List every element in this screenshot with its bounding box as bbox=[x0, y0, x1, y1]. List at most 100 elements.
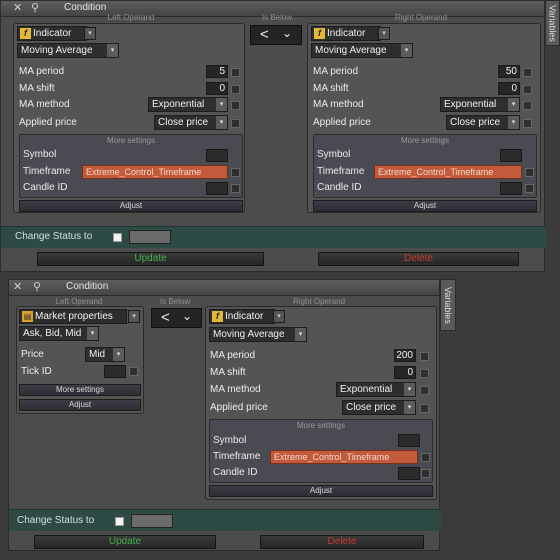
candle-id-input[interactable] bbox=[206, 182, 228, 195]
variables-tab[interactable]: Variables bbox=[545, 0, 560, 46]
change-status-bar: Change Status to bbox=[9, 509, 441, 531]
ma-shift-input[interactable]: 0 bbox=[498, 82, 520, 95]
close-icon[interactable]: ✕ bbox=[13, 280, 22, 293]
change-status-label: Change Status to bbox=[15, 231, 93, 242]
pin-icon[interactable]: ⚲ bbox=[33, 280, 41, 293]
applied-price-value: Close price bbox=[158, 117, 209, 128]
change-status-label: Change Status to bbox=[17, 515, 95, 526]
symbol-input[interactable] bbox=[500, 149, 522, 162]
update-button[interactable]: Update bbox=[37, 252, 264, 266]
operator-select[interactable]: < ⌄ bbox=[250, 25, 302, 45]
chevron-down-icon: ▾ bbox=[295, 328, 306, 341]
price-select[interactable]: Mid ▾ bbox=[85, 347, 125, 362]
adjust-button[interactable]: Adjust bbox=[209, 485, 433, 497]
candle-id-label: Candle ID bbox=[23, 182, 68, 193]
operand-type-select[interactable]: ▤ Market properties bbox=[19, 309, 127, 324]
symbol-input[interactable] bbox=[398, 434, 420, 447]
candle-id-checkbox[interactable] bbox=[231, 184, 240, 193]
ma-period-input[interactable]: 5 bbox=[206, 65, 228, 78]
title-bar[interactable]: ✕ ⚲ Condition bbox=[9, 280, 439, 296]
update-button[interactable]: Update bbox=[34, 535, 216, 549]
tick-id-checkbox[interactable] bbox=[129, 367, 138, 376]
ma-shift-checkbox[interactable] bbox=[420, 369, 429, 378]
chevron-down-icon: ▾ bbox=[404, 383, 415, 396]
timeframe-field[interactable]: Extreme_Control_Timeframe bbox=[374, 165, 522, 179]
left-operand-panel: f Indicator ▾ Moving Average ▾ MA period 5… bbox=[13, 23, 245, 213]
candle-id-input[interactable] bbox=[398, 467, 420, 480]
ma-method-label: MA method bbox=[313, 99, 364, 110]
ma-shift-checkbox[interactable] bbox=[523, 85, 532, 94]
ma-period-checkbox[interactable] bbox=[231, 68, 240, 77]
change-status-checkbox[interactable] bbox=[115, 517, 124, 526]
candle-id-checkbox[interactable] bbox=[525, 184, 534, 193]
price-label: Price bbox=[21, 349, 44, 360]
timeframe-field[interactable]: Extreme_Control_Timeframe bbox=[270, 450, 418, 464]
operand-type-dropdown-button[interactable]: ▾ bbox=[128, 310, 140, 323]
price-value: Mid bbox=[89, 349, 106, 360]
market-property-value: Ask, Bid, Mid bbox=[23, 328, 82, 339]
operand-type-select[interactable]: f Indicator bbox=[17, 26, 87, 41]
ma-method-checkbox[interactable] bbox=[231, 101, 240, 110]
ma-shift-input[interactable]: 0 bbox=[206, 82, 228, 95]
adjust-button[interactable]: Adjust bbox=[19, 200, 243, 212]
operand-type-select[interactable]: f Indicator bbox=[311, 26, 381, 41]
ma-period-input[interactable]: 200 bbox=[394, 349, 416, 362]
delete-button[interactable]: Delete bbox=[318, 252, 519, 266]
operator-select[interactable]: < ⌄ bbox=[151, 308, 202, 328]
ma-method-select[interactable]: Exponential ▾ bbox=[148, 97, 228, 112]
adjust-button[interactable]: Adjust bbox=[19, 399, 141, 411]
ma-method-label: MA method bbox=[19, 99, 70, 110]
candle-id-checkbox[interactable] bbox=[421, 469, 430, 478]
operand-type-dropdown-button[interactable]: ▾ bbox=[84, 27, 96, 40]
more-settings-header[interactable]: More settings bbox=[314, 135, 536, 146]
more-settings-panel: More settings Symbol Timeframe Extreme_C… bbox=[19, 134, 243, 198]
variables-tab[interactable]: Variables bbox=[440, 279, 456, 331]
indicator-select[interactable]: Moving Average ▾ bbox=[209, 327, 307, 342]
ma-method-checkbox[interactable] bbox=[523, 101, 532, 110]
timeframe-checkbox[interactable] bbox=[231, 168, 240, 177]
ma-period-checkbox[interactable] bbox=[523, 68, 532, 77]
ma-period-input[interactable]: 50 bbox=[498, 65, 520, 78]
ma-method-select[interactable]: Exponential ▾ bbox=[336, 382, 416, 397]
timeframe-field[interactable]: Extreme_Control_Timeframe bbox=[82, 165, 228, 179]
indicator-select[interactable]: Moving Average ▾ bbox=[311, 43, 413, 58]
ma-period-checkbox[interactable] bbox=[420, 352, 429, 361]
ma-method-checkbox[interactable] bbox=[420, 386, 429, 395]
operand-type-select[interactable]: f Indicator bbox=[209, 309, 275, 324]
change-status-select[interactable] bbox=[129, 230, 171, 244]
more-settings-header[interactable]: More settings bbox=[210, 420, 432, 431]
more-settings-header[interactable]: More settings bbox=[20, 135, 242, 146]
market-property-select[interactable]: Ask, Bid, Mid ▾ bbox=[19, 326, 99, 341]
change-status-select[interactable] bbox=[131, 514, 173, 528]
pin-icon[interactable]: ⚲ bbox=[31, 1, 39, 14]
ma-shift-input[interactable]: 0 bbox=[394, 366, 416, 379]
symbol-input[interactable] bbox=[206, 149, 228, 162]
applied-price-select[interactable]: Close price ▾ bbox=[154, 115, 228, 130]
operand-type-dropdown-button[interactable]: ▾ bbox=[378, 27, 390, 40]
timeframe-label: Timeframe bbox=[317, 166, 365, 177]
tick-id-input[interactable] bbox=[104, 365, 126, 378]
timeframe-checkbox[interactable] bbox=[525, 168, 534, 177]
applied-price-select[interactable]: Close price ▾ bbox=[342, 400, 416, 415]
adjust-button[interactable]: Adjust bbox=[313, 200, 537, 212]
change-status-checkbox[interactable] bbox=[113, 233, 122, 242]
applied-price-checkbox[interactable] bbox=[523, 119, 532, 128]
timeframe-checkbox[interactable] bbox=[421, 453, 430, 462]
more-settings-button[interactable]: More settings bbox=[19, 384, 141, 396]
delete-button[interactable]: Delete bbox=[260, 535, 424, 549]
candle-id-input[interactable] bbox=[500, 182, 522, 195]
operand-type-label: Indicator bbox=[327, 28, 366, 39]
ma-shift-label: MA shift bbox=[210, 367, 246, 378]
ma-shift-label: MA shift bbox=[313, 83, 349, 94]
indicator-icon: f bbox=[314, 28, 325, 39]
applied-price-checkbox[interactable] bbox=[231, 119, 240, 128]
ma-method-select[interactable]: Exponential ▾ bbox=[440, 97, 520, 112]
close-icon[interactable]: ✕ bbox=[13, 1, 22, 14]
applied-price-select[interactable]: Close price ▾ bbox=[446, 115, 520, 130]
ma-shift-checkbox[interactable] bbox=[231, 85, 240, 94]
applied-price-checkbox[interactable] bbox=[420, 404, 429, 413]
indicator-select[interactable]: Moving Average ▾ bbox=[17, 43, 119, 58]
chevron-down-icon: ⌄ bbox=[282, 26, 293, 40]
timeframe-label: Timeframe bbox=[23, 166, 71, 177]
operand-type-dropdown-button[interactable]: ▾ bbox=[273, 310, 285, 323]
